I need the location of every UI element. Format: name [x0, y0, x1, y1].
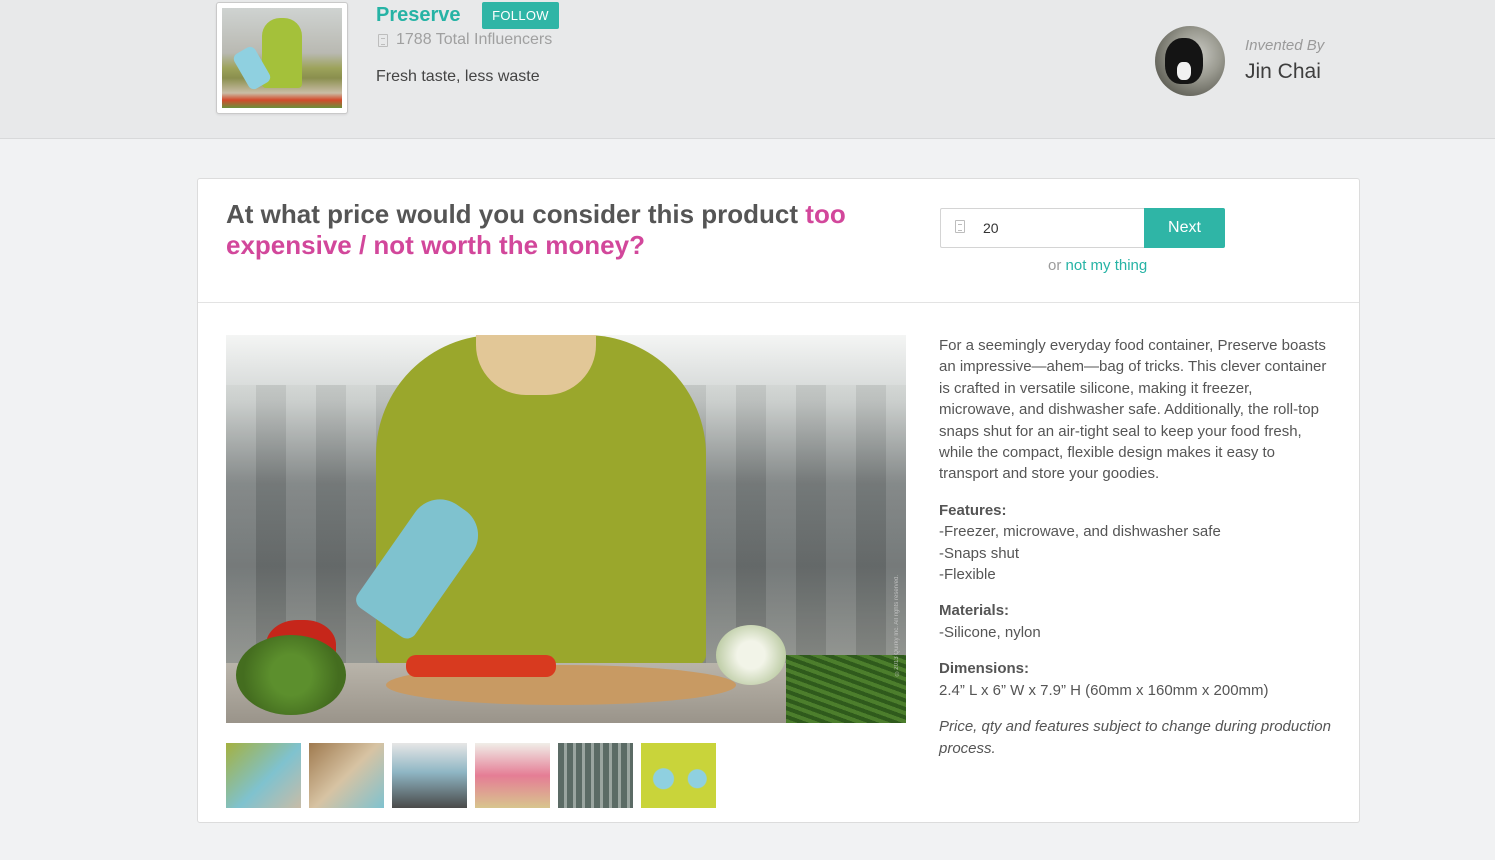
product-thumbnail[interactable] — [216, 2, 348, 114]
follow-button[interactable]: FOLLOW — [482, 2, 559, 29]
image-cabbage — [716, 625, 786, 685]
image-broccoli — [236, 635, 346, 715]
price-input[interactable] — [983, 218, 1133, 238]
product-name[interactable]: Preserve — [376, 4, 461, 27]
dimensions-value: 2.4” L x 6” W x 7.9” H (60mm x 160mm x 2… — [939, 681, 1269, 699]
image-sliced-pepper — [406, 655, 556, 677]
product-description: For a seemingly everyday food container,… — [939, 335, 1332, 774]
thumbnail-4[interactable] — [475, 743, 550, 808]
feature-item: -Snaps shut — [939, 544, 1020, 562]
thumbnail-3-image — [392, 743, 467, 808]
inventor-avatar[interactable] — [1155, 26, 1225, 96]
survey-card: At what price would you consider this pr… — [197, 178, 1360, 823]
features-label: Features: — [939, 501, 1007, 519]
thumbnail-5[interactable] — [558, 743, 633, 808]
dimensions-section: Dimensions: 2.4” L x 6” W x 7.9” H (60mm… — [939, 658, 1332, 701]
production-note: Price, qty and features subject to chang… — [939, 718, 1331, 757]
currency-icon — [955, 220, 965, 233]
feature-item: -Freezer, microwave, and dishwasher safe — [939, 523, 1221, 541]
thumbnail-strip — [226, 743, 716, 808]
materials-value: -Silicone, nylon — [939, 623, 1041, 641]
image-green-beans — [786, 655, 906, 723]
description-intro: For a seemingly everyday food container,… — [939, 337, 1327, 483]
thumbnail-5-image — [558, 743, 633, 808]
thumbnail-1-image — [226, 743, 301, 808]
thumbnail-3[interactable] — [392, 743, 467, 808]
alt-prefix: or — [1048, 257, 1062, 274]
influencers-text: 1788 Total Influencers — [396, 31, 553, 48]
feature-item: -Flexible — [939, 566, 996, 584]
product-thumbnail-image — [222, 8, 342, 108]
price-field[interactable] — [940, 208, 1144, 248]
not-my-thing-link[interactable]: not my thing — [1066, 257, 1148, 274]
materials-label: Materials: — [939, 602, 1010, 620]
thumbnail-2[interactable] — [309, 743, 384, 808]
features-section: Features: -Freezer, microwave, and dishw… — [939, 500, 1332, 586]
image-copyright: ©2013 Quirky Inc. All rights reserved. — [894, 575, 900, 676]
product-tagline: Fresh taste, less waste — [376, 68, 540, 85]
inventor-name[interactable]: Jin Chai — [1245, 60, 1321, 84]
section-divider — [198, 302, 1359, 303]
thumbnail-6[interactable] — [641, 743, 716, 808]
thumbnail-1[interactable] — [226, 743, 301, 808]
alt-choice: or not my thing — [1048, 257, 1147, 274]
thumbnail-2-image — [309, 743, 384, 808]
invented-by-label: Invented By — [1245, 37, 1325, 54]
main-product-image[interactable]: ©2013 Quirky Inc. All rights reserved. — [226, 335, 906, 723]
thumbnail-6-image — [641, 743, 716, 808]
dimensions-label: Dimensions: — [939, 660, 1030, 678]
next-button[interactable]: Next — [1144, 208, 1225, 248]
thumbnail-4-image — [475, 743, 550, 808]
influencers-count: 1788 Total Influencers — [378, 31, 552, 49]
materials-section: Materials: -Silicone, nylon — [939, 600, 1332, 643]
influencer-icon — [378, 33, 388, 47]
survey-question: At what price would you consider this pr… — [226, 199, 916, 261]
question-text: At what price would you consider this pr… — [226, 199, 799, 229]
product-header: Preserve FOLLOW 1788 Total Influencers F… — [0, 0, 1495, 139]
